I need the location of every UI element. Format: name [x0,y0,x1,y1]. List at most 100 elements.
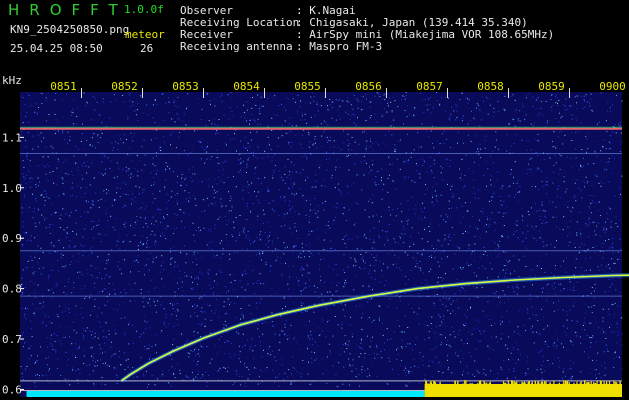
noise-dot [430,223,431,225]
noise-dot [43,165,45,167]
noise-dot [305,324,307,326]
noise-dot [164,119,166,121]
noise-dot [90,314,92,316]
noise-dot [242,198,244,200]
noise-dot [288,141,290,143]
noise-dot [494,242,496,244]
noise-dot [555,268,557,270]
noise-dot [276,259,278,260]
noise-dot [557,105,559,106]
noise-dot [532,314,534,316]
noise-dot [284,372,286,374]
noise-dot [422,360,424,362]
noise-dot [66,327,68,329]
noise-dot [259,124,261,126]
noise-dot [227,94,229,96]
noise-dot [234,133,235,135]
noise-dot [174,304,176,306]
noise-dot [72,124,74,126]
noise-dot [566,349,568,351]
noise-dot [240,162,242,164]
noise-dot [53,130,55,132]
noise-dot [432,107,434,109]
noise-dot [309,320,310,322]
noise-dot [426,171,427,173]
activity-bar-spike [584,380,586,385]
noise-dot [547,120,549,122]
noise-dot [262,253,264,254]
noise-dot [403,228,405,230]
noise-dot [564,134,566,136]
noise-dot [206,142,208,144]
noise-dot [608,207,610,209]
noise-dot [22,332,24,333]
noise-dot [151,184,152,186]
noise-dot [170,354,172,356]
noise-dot [179,277,181,279]
noise-dot [52,269,54,271]
noise-dot [300,119,302,121]
noise-dot [119,268,121,270]
noise-dot [63,247,65,249]
noise-dot [350,104,352,106]
noise-dot [263,213,265,215]
noise-dot [326,158,327,160]
noise-dot [564,109,566,111]
noise-dot [238,159,240,161]
activity-bar-spike [594,382,597,387]
noise-dot [573,287,574,289]
noise-dot [57,130,59,132]
noise-dot [600,181,602,183]
noise-dot [105,234,107,236]
noise-dot [354,258,356,260]
noise-dot [309,330,311,332]
noise-dot [407,219,409,221]
noise-dot [498,212,500,213]
noise-dot [315,180,317,182]
noise-dot [317,110,319,112]
noise-dot [526,149,528,151]
noise-dot [494,146,496,148]
noise-dot [589,195,591,196]
noise-dot [105,210,107,212]
noise-dot [22,122,24,124]
noise-dot [301,156,303,158]
noise-dot [487,218,489,220]
noise-dot [372,179,373,181]
noise-dot [309,279,310,281]
noise-dot [419,267,421,269]
noise-dot [29,207,30,209]
noise-dot [220,346,222,348]
noise-dot [202,374,204,376]
noise-dot [336,263,338,265]
noise-dot [363,259,364,261]
noise-dot [146,264,147,266]
noise-dot [260,105,262,107]
noise-dot [20,366,22,367]
noise-dot [400,300,402,302]
noise-dot [585,176,587,178]
noise-dot [288,288,290,290]
noise-dot [263,282,265,284]
noise-dot [252,283,254,285]
noise-dot [209,305,211,307]
noise-dot [581,329,583,330]
noise-dot [64,310,66,312]
noise-dot [543,306,545,308]
noise-dot [416,313,418,315]
noise-dot [314,352,316,354]
noise-dot [161,375,163,377]
noise-dot [262,157,264,159]
noise-dot [48,226,50,228]
noise-dot [124,369,126,371]
noise-dot [345,281,347,283]
noise-dot [460,350,462,352]
noise-dot [529,158,531,160]
noise-dot [129,241,131,243]
activity-bar-spike [523,381,525,386]
noise-dot [369,354,371,356]
noise-dot [411,227,413,229]
noise-dot [334,146,336,148]
noise-dot [58,239,60,241]
noise-dot [128,169,130,171]
